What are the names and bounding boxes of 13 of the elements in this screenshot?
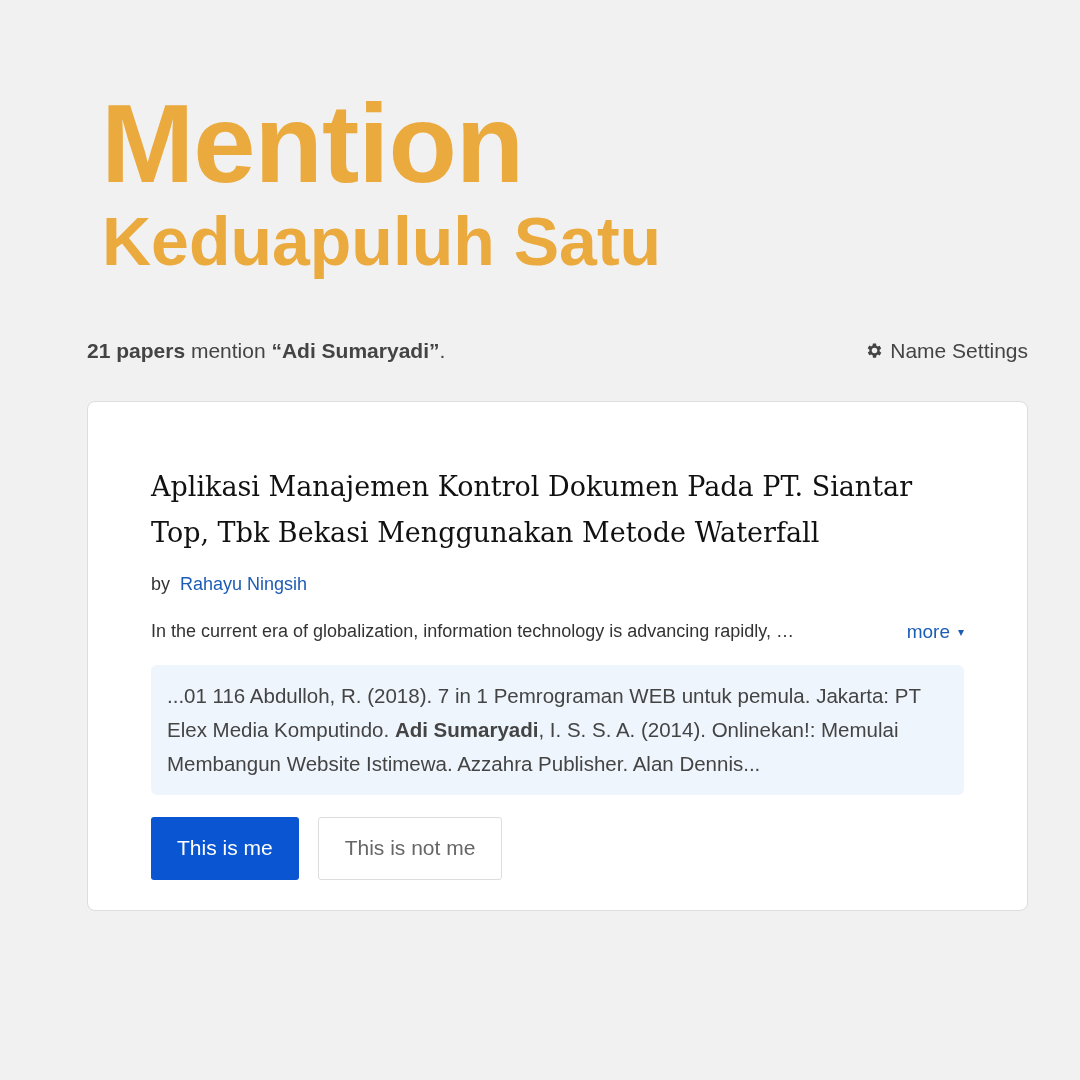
page-title: Mention: [101, 88, 525, 200]
page-subtitle: Keduapuluh Satu: [102, 204, 663, 279]
paper-title: Aplikasi Manajemen Kontrol Dokumen Pada PT. Siantar Top, Tbk Bekasi Menggunakan Metode Waterfall: [151, 469, 914, 550]
author-link[interactable]: Rahayu Ningsih: [180, 573, 308, 595]
mention-snippet: ...01 116 Abdulloh, R. (2018). 7 in 1 Pemrograman WEB untuk pemula. Jakarta: PT Elex Media Komputindo. Adi Sumaryadi, I. S. S. A. (2014). Onlinekan!: Memulai Membangun Website Istimewa. Azzahra Publisher. Alan Dennis...: [151, 664, 964, 795]
mention-summary: 21 papers mention “Adi Sumaryadi”.: [87, 338, 446, 363]
by-label: by: [151, 573, 170, 595]
name-settings-link[interactable]: Name Settings: [865, 338, 1028, 363]
confirm-button[interactable]: This is me: [151, 816, 299, 880]
confirm-button[interactable]: This is not me: [317, 816, 503, 880]
caret-icon: ▾: [958, 624, 964, 639]
abstract-text: In the current era of globalization, information technology is advancing rapidly, …: [151, 621, 795, 643]
more-link[interactable]: more: [906, 620, 950, 643]
